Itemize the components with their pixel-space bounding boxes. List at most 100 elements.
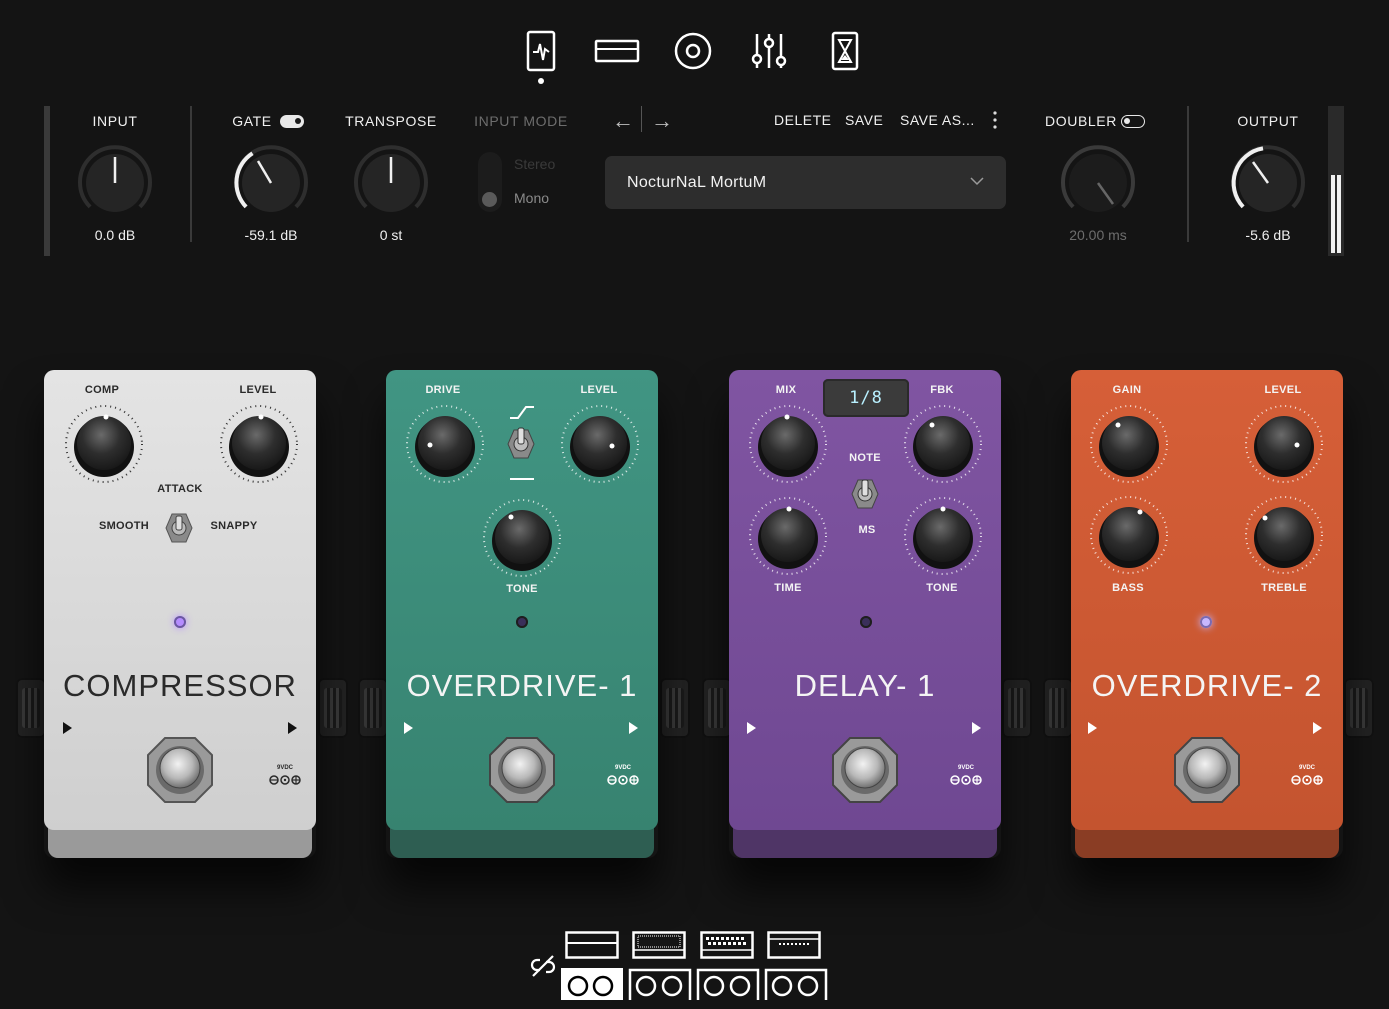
overdrive-1-footswitch[interactable] (487, 735, 557, 805)
save-button[interactable]: SAVE (845, 112, 883, 128)
input-value: 0.0 dB (94, 227, 136, 243)
output-arrow-icon (972, 722, 981, 734)
overdrive-2-footswitch[interactable] (1172, 735, 1242, 805)
cab-2-button[interactable] (628, 968, 692, 1005)
cab-1-button[interactable] (561, 968, 623, 1000)
input-arrow-icon (747, 722, 756, 734)
delay-1-pedal: 1/8 MIX FBK NOTE MS TIME TONE DELAY- 1 9… (729, 370, 1001, 858)
unlink-icon[interactable] (530, 953, 556, 984)
mixer-icon[interactable] (746, 28, 792, 74)
more-menu-icon[interactable] (990, 110, 1000, 130)
gate-value: -59.1 dB (244, 227, 298, 243)
transpose-knob[interactable] (349, 141, 433, 225)
clip-curve-icon (508, 404, 536, 425)
active-tab-indicator (538, 78, 544, 84)
amp-head-4-button[interactable] (767, 931, 821, 964)
drive-label: DRIVE (425, 384, 461, 396)
tone-label: TONE (926, 582, 958, 594)
output-arrow-icon (1313, 722, 1322, 734)
chevron-down-icon (970, 174, 984, 193)
doubler-toggle[interactable] (1121, 115, 1145, 128)
output-level-meter (1328, 106, 1344, 256)
gate-label: GATE (232, 113, 272, 129)
output-arrow-icon (288, 722, 297, 734)
hourglass-icon[interactable] (822, 28, 868, 74)
overdrive-1-pedal: DRIVE LEVEL TONE OVERDRIVE- 1 9VDC (386, 370, 658, 858)
mix-knob[interactable] (747, 403, 829, 485)
output-knob[interactable] (1226, 141, 1310, 225)
mix-label: MIX (775, 384, 797, 396)
gate-knob[interactable] (229, 141, 313, 225)
amp-icon[interactable] (594, 28, 640, 74)
amp-head-3-button[interactable] (700, 931, 754, 964)
note-ms-toggle-switch[interactable] (848, 474, 882, 514)
divider (1187, 106, 1189, 242)
amp-head-1-button[interactable] (565, 931, 619, 964)
bass-knob[interactable] (1088, 494, 1170, 576)
cab-3-button[interactable] (696, 968, 760, 1005)
fbk-label: FBK (930, 384, 954, 396)
pedal-name: OVERDRIVE- 1 (406, 668, 638, 703)
transpose-value: 0 st (379, 227, 403, 243)
fbk-knob[interactable] (902, 403, 984, 485)
input-knob[interactable] (73, 141, 157, 225)
tuner-icon[interactable] (518, 28, 564, 74)
treble-label: TREBLE (1261, 582, 1307, 594)
input-mode-option-mono[interactable]: Mono (514, 190, 549, 206)
doubler-value: 20.00 ms (1069, 227, 1127, 243)
input-arrow-icon (63, 722, 72, 734)
output-arrow-icon (629, 722, 638, 734)
patch-jack (1002, 678, 1032, 738)
doubler-knob[interactable] (1056, 141, 1140, 225)
tone-knob[interactable] (902, 495, 984, 577)
level-label: LEVEL (1264, 384, 1302, 396)
dc-power-icon: 9VDC (268, 765, 302, 787)
level-knob[interactable] (218, 403, 300, 485)
input-arrow-icon (1088, 722, 1097, 734)
tone-knob[interactable] (481, 497, 563, 579)
input-mode-handle[interactable] (482, 192, 497, 207)
next-preset-button[interactable]: → (651, 108, 673, 134)
level-knob[interactable] (1243, 403, 1325, 485)
input-arrow-icon (404, 722, 413, 734)
attack-toggle-switch[interactable] (162, 508, 196, 548)
dc-label: 9VDC (276, 765, 293, 771)
pedal-name: COMPRESSOR (63, 668, 297, 703)
level-label: LEVEL (580, 384, 618, 396)
attack-label: ATTACK (157, 483, 203, 495)
gain-knob[interactable] (1088, 403, 1170, 485)
comp-knob[interactable] (63, 403, 145, 485)
divider (190, 106, 192, 242)
pedal-name: DELAY- 1 (794, 668, 936, 703)
amp-head-2-button[interactable] (632, 931, 686, 964)
input-mode-option-stereo[interactable]: Stereo (514, 156, 555, 172)
preset-selector[interactable]: NocturNaL MortuM (605, 156, 1006, 209)
arrow-divider (641, 106, 642, 132)
status-led (860, 616, 872, 628)
gate-toggle[interactable] (280, 115, 304, 128)
snappy-label: SNAPPY (210, 520, 258, 532)
preset-name: NocturNaL MortuM (627, 174, 767, 191)
pedal-name: OVERDRIVE- 2 (1091, 668, 1323, 703)
compressor-footswitch[interactable] (145, 735, 215, 805)
status-led (1200, 616, 1212, 628)
transpose-label: TRANSPOSE (345, 113, 437, 129)
status-led (516, 616, 528, 628)
input-jack (16, 678, 46, 738)
speaker-icon[interactable] (670, 28, 716, 74)
delete-button[interactable]: DELETE (774, 112, 831, 128)
save-as-button[interactable]: SAVE AS... (900, 112, 975, 128)
patch-jack (358, 678, 388, 738)
cab-4-button[interactable] (764, 968, 828, 1005)
delay-1-footswitch[interactable] (830, 735, 900, 805)
clip-toggle-switch[interactable] (504, 424, 538, 464)
level-knob[interactable] (559, 403, 641, 485)
time-knob[interactable] (747, 495, 829, 577)
treble-knob[interactable] (1243, 494, 1325, 576)
time-label: TIME (774, 582, 802, 594)
comp-label: COMP (84, 384, 120, 396)
drive-knob[interactable] (404, 403, 486, 485)
previous-preset-button[interactable]: ← (612, 108, 634, 134)
doubler-label: DOUBLER (1045, 113, 1117, 129)
bass-label: BASS (1112, 582, 1144, 594)
